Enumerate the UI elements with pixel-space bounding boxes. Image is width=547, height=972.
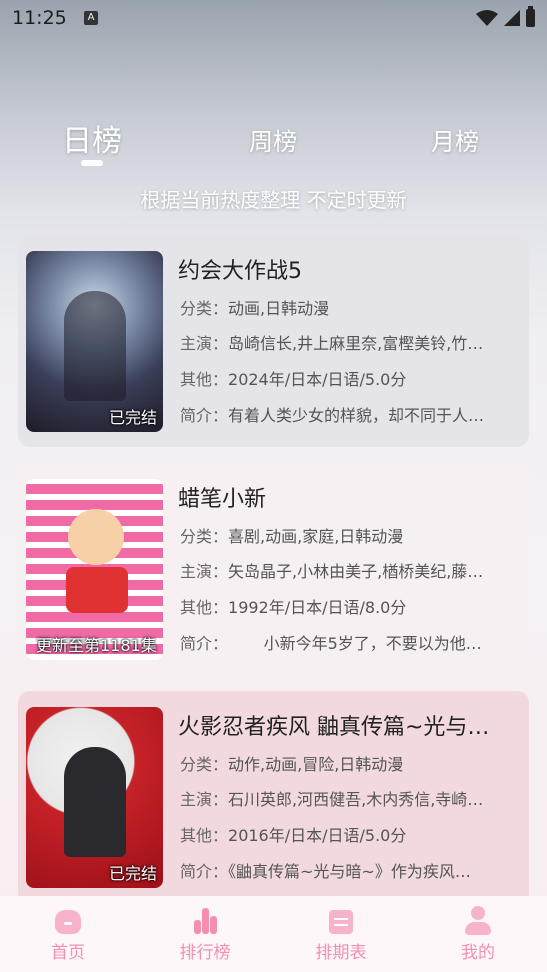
other-row: 其他：2016年/日本/日语/5.0分 bbox=[180, 822, 523, 846]
ranking-card[interactable]: 已完结 约会大作战5 分类：动画,日韩动漫 主演：岛崎信长,井上麻里奈,富樫美铃… bbox=[18, 235, 529, 447]
tab-monthly[interactable]: 月榜 bbox=[431, 122, 479, 157]
category-label: 分类： bbox=[180, 299, 229, 318]
status-bar: 11:25 A bbox=[0, 0, 547, 36]
other-row: 其他：2024年/日本/日语/5.0分 bbox=[180, 366, 523, 390]
intro-value: 《鼬真传篇~光与暗~》作为疾风… bbox=[228, 862, 471, 881]
ranking-icon bbox=[190, 906, 220, 936]
nav-profile[interactable]: 我的 bbox=[433, 906, 523, 963]
intro-value: 小新今年5岁了，不要以为他… bbox=[228, 634, 482, 653]
signal-icon bbox=[504, 10, 520, 26]
category-label: 分类： bbox=[180, 527, 229, 546]
nav-home[interactable]: 首页 bbox=[23, 906, 113, 963]
status-badge: 已完结 bbox=[108, 864, 157, 883]
wifi-icon bbox=[476, 10, 498, 26]
cast-row: 主演：石川英郎,河西健吾,木内秀信,寺崎… bbox=[180, 786, 523, 810]
category-row: 分类：喜剧,动画,家庭,日韩动漫 bbox=[180, 523, 523, 547]
intro-value: 有着人类少女的样貌，却不同于人… bbox=[228, 406, 485, 425]
cast-row: 主演：矢岛晶子,小林由美子,楢桥美纪,藤… bbox=[180, 558, 523, 582]
status-time: 11:25 bbox=[12, 7, 67, 29]
battery-icon bbox=[526, 6, 535, 27]
calendar-line bbox=[334, 918, 348, 920]
intro-label: 简介： bbox=[180, 406, 229, 425]
other-label: 其他： bbox=[180, 826, 229, 845]
calendar-body bbox=[329, 910, 353, 934]
ranking-bar bbox=[202, 908, 209, 934]
system-icons bbox=[476, 6, 535, 27]
cast-row: 主演：岛崎信长,井上麻里奈,富樫美铃,竹… bbox=[180, 330, 523, 354]
poster-figure bbox=[64, 291, 126, 401]
nav-home-label: 首页 bbox=[51, 943, 85, 963]
cast-value: 石川英郎,河西健吾,木内秀信,寺崎… bbox=[228, 790, 484, 809]
category-row: 分类：动作,动画,冒险,日韩动漫 bbox=[180, 751, 523, 775]
other-value: 2024年/日本/日语/5.0分 bbox=[228, 370, 407, 389]
cast-label: 主演： bbox=[180, 562, 229, 581]
nav-schedule-label: 排期表 bbox=[315, 943, 367, 963]
ranking-subtitle: 根据当前热度整理 不定时更新 bbox=[140, 188, 407, 212]
ranking-card[interactable]: 已完结 火影忍者疾风 鼬真传篇~光与… 分类：动作,动画,冒险,日韩动漫 主演：… bbox=[18, 691, 529, 921]
active-tab-indicator bbox=[81, 160, 103, 166]
intro-label: 简介： bbox=[180, 634, 229, 653]
other-value: 1992年/日本/日语/8.0分 bbox=[228, 598, 407, 617]
tab-daily[interactable]: 日榜 bbox=[62, 116, 122, 160]
cast-value: 岛崎信长,井上麻里奈,富樫美铃,竹… bbox=[228, 334, 484, 353]
intro-row: 简介：《鼬真传篇~光与暗~》作为疾风… bbox=[180, 858, 523, 882]
other-row: 其他：1992年/日本/日语/8.0分 bbox=[180, 594, 523, 618]
calendar-icon bbox=[326, 906, 356, 936]
status-badge: 更新至第1181集 bbox=[36, 636, 157, 655]
bottom-navigation: 首页 排行榜 排期表 我的 bbox=[0, 896, 547, 972]
poster-figure bbox=[68, 509, 124, 565]
ranking-bar bbox=[194, 920, 201, 934]
profile-icon bbox=[463, 906, 493, 936]
ranking-tabs: 日榜 周榜 月榜 bbox=[0, 110, 547, 170]
intro-row: 简介： 小新今年5岁了，不要以为他… bbox=[180, 630, 523, 654]
notification-a-icon: A bbox=[84, 11, 98, 25]
nav-ranking[interactable]: 排行榜 bbox=[160, 906, 250, 963]
calendar-line bbox=[334, 924, 348, 926]
poster-shirt bbox=[66, 567, 128, 613]
category-value: 动画,日韩动漫 bbox=[228, 299, 330, 318]
ranking-card[interactable]: 更新至第1181集 蜡笔小新 分类：喜剧,动画,家庭,日韩动漫 主演：矢岛晶子,… bbox=[18, 463, 529, 675]
ranking-bar bbox=[210, 916, 217, 934]
status-badge: 已完结 bbox=[108, 408, 157, 427]
item-title[interactable]: 约会大作战5 bbox=[178, 253, 523, 285]
poster-image[interactable]: 已完结 bbox=[26, 707, 163, 888]
profile-head bbox=[471, 906, 485, 920]
item-title[interactable]: 火影忍者疾风 鼬真传篇~光与… bbox=[178, 709, 523, 741]
other-value: 2016年/日本/日语/5.0分 bbox=[228, 826, 407, 845]
intro-label: 简介： bbox=[180, 862, 229, 881]
category-value: 动作,动画,冒险,日韩动漫 bbox=[228, 755, 404, 774]
profile-body bbox=[465, 922, 491, 935]
cast-label: 主演： bbox=[180, 790, 229, 809]
nav-profile-label: 我的 bbox=[461, 943, 495, 963]
poster-image[interactable]: 已完结 bbox=[26, 251, 163, 432]
nav-ranking-label: 排行榜 bbox=[179, 943, 231, 963]
poster-figure bbox=[64, 747, 126, 857]
home-icon bbox=[53, 906, 83, 936]
cast-value: 矢岛晶子,小林由美子,楢桥美纪,藤… bbox=[228, 562, 484, 581]
intro-row: 简介：有着人类少女的样貌，却不同于人… bbox=[180, 402, 523, 426]
other-label: 其他： bbox=[180, 598, 229, 617]
cast-label: 主演： bbox=[180, 334, 229, 353]
other-label: 其他： bbox=[180, 370, 229, 389]
item-title[interactable]: 蜡笔小新 bbox=[178, 481, 523, 513]
category-label: 分类： bbox=[180, 755, 229, 774]
nav-schedule[interactable]: 排期表 bbox=[296, 906, 386, 963]
home-icon-detail bbox=[64, 922, 72, 925]
poster-image[interactable]: 更新至第1181集 bbox=[26, 479, 163, 660]
category-value: 喜剧,动画,家庭,日韩动漫 bbox=[228, 527, 404, 546]
category-row: 分类：动画,日韩动漫 bbox=[180, 295, 523, 319]
tab-weekly[interactable]: 周榜 bbox=[249, 122, 297, 157]
